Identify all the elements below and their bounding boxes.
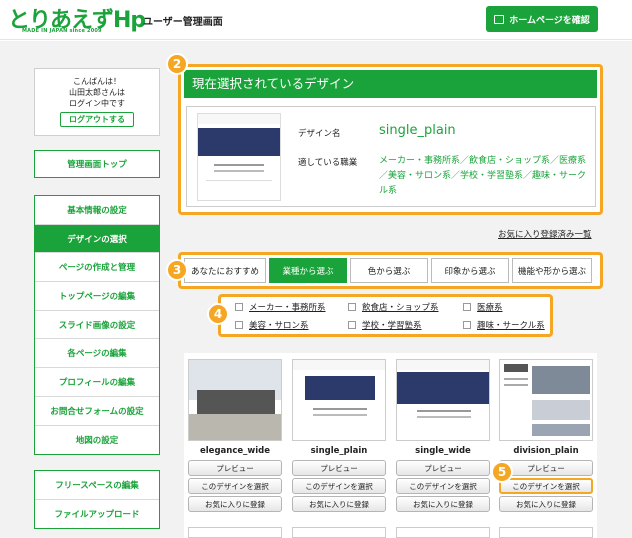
design-name-label: デザイン名 — [298, 129, 341, 139]
step-badge-3: 3 — [166, 259, 188, 281]
design-thumbnail[interactable] — [396, 359, 490, 441]
sidebar-item-contact-form[interactable]: お問合せフォームの設定 — [35, 397, 159, 426]
design-name: elegance_wide — [200, 446, 270, 456]
select-design-button[interactable]: このデザインを選択 — [396, 478, 490, 494]
step-badge-2: 2 — [166, 53, 188, 75]
header: とりあえずHp MADE IN JAPAN since 2009 ユーザー管理画… — [0, 0, 632, 40]
design-thumbnail[interactable] — [396, 527, 490, 538]
checkbox[interactable] — [235, 321, 243, 329]
category-maker-office[interactable]: メーカー・事務所系 — [235, 301, 326, 313]
category-beauty-salon[interactable]: 美容・サロン系 — [235, 319, 309, 331]
preview-button[interactable]: プレビュー — [188, 460, 282, 476]
header-title: ユーザー管理画面 — [143, 17, 223, 28]
preview-button[interactable]: プレビュー — [292, 460, 386, 476]
design-grid: elegance_wide プレビュー このデザインを選択 お気に入りに登録 s… — [184, 353, 597, 538]
design-thumbnail[interactable] — [188, 527, 282, 538]
checkbox[interactable] — [348, 321, 356, 329]
checkbox[interactable] — [463, 303, 471, 311]
category-restaurant-shop[interactable]: 飲食店・ショップ系 — [348, 301, 439, 313]
favorites-list-link[interactable]: お気に入り登録済み一覧 — [498, 228, 592, 240]
admin-top-button[interactable]: 管理画面トップ — [34, 150, 160, 178]
add-favorite-button[interactable]: お気に入りに登録 — [396, 496, 490, 512]
sidebar-item-slide-images[interactable]: スライド画像の設定 — [35, 311, 159, 340]
preview-button[interactable]: プレビュー — [499, 460, 593, 476]
sidebar-menu: 基本情報の設定 デザインの選択 ページの作成と管理 トップページの編集 スライド… — [34, 195, 160, 456]
logo-tagline: MADE IN JAPAN since 2009 — [22, 28, 102, 34]
view-homepage-label: ホームページを確認 — [509, 15, 590, 26]
sidebar-item-each-page[interactable]: 各ページの編集 — [35, 339, 159, 369]
sidebar-item-top-page[interactable]: トップページの編集 — [35, 282, 159, 311]
preview-button[interactable]: プレビュー — [396, 460, 490, 476]
design-name-value: single_plain — [379, 123, 456, 138]
add-favorite-button[interactable]: お気に入りに登録 — [292, 496, 386, 512]
select-design-button[interactable]: このデザインを選択 — [188, 478, 282, 494]
sidebar-item-profile[interactable]: プロフィールの編集 — [35, 368, 159, 397]
tab-recommended[interactable]: あなたにおすすめ — [184, 258, 266, 283]
design-thumbnail[interactable] — [292, 527, 386, 538]
tab-by-function[interactable]: 機能や形から選ぶ — [512, 258, 592, 283]
select-design-button[interactable]: このデザインを選択 — [499, 478, 593, 494]
greeting-line-1: こんばんは！ — [73, 77, 121, 86]
step-badge-5: 5 — [491, 461, 513, 483]
window-icon — [494, 14, 505, 24]
suitable-jobs-value: メーカー・事務所系／飲食店・ショップ系／医療系／美容・サロン系／学校・学習塾系／… — [379, 156, 587, 196]
suitable-jobs-label: 適している職業 — [298, 158, 358, 168]
tab-by-color[interactable]: 色から選ぶ — [350, 258, 428, 283]
view-homepage-button[interactable]: ホームページを確認 — [486, 6, 598, 32]
design-thumbnail[interactable] — [292, 359, 386, 441]
sidebar-item-map[interactable]: 地図の設定 — [35, 426, 159, 455]
current-design-thumbnail — [197, 113, 281, 201]
current-design-detail: デザイン名 single_plain 適している職業 メーカー・事務所系／飲食店… — [186, 106, 596, 207]
category-hobby-circle[interactable]: 趣味・サークル系 — [463, 319, 545, 331]
design-thumbnail[interactable] — [499, 527, 593, 538]
design-name: single_wide — [415, 446, 471, 456]
checkbox[interactable] — [348, 303, 356, 311]
checkbox[interactable] — [235, 303, 243, 311]
design-name: single_plain — [310, 446, 368, 456]
sidebar-item-design-select[interactable]: デザインの選択 — [35, 224, 159, 254]
logout-button[interactable]: ログアウトする — [60, 112, 134, 127]
greeting-line-3: ログイン中です — [69, 99, 125, 108]
checkbox[interactable] — [463, 321, 471, 329]
step-badge-4: 4 — [207, 303, 229, 325]
design-thumbnail[interactable] — [499, 359, 593, 441]
add-favorite-button[interactable]: お気に入りに登録 — [188, 496, 282, 512]
add-favorite-button[interactable]: お気に入りに登録 — [499, 496, 593, 512]
category-medical[interactable]: 医療系 — [463, 301, 503, 313]
sidebar-item-file-upload[interactable]: ファイルアップロード — [35, 500, 159, 529]
tab-by-impression[interactable]: 印象から選ぶ — [431, 258, 509, 283]
filter-tabs: あなたにおすすめ 業種から選ぶ 色から選ぶ 印象から選ぶ 機能や形から選ぶ — [178, 252, 603, 289]
design-name: division_plain — [513, 446, 579, 456]
sidebar-item-page-manage[interactable]: ページの作成と管理 — [35, 253, 159, 283]
greeting-box: こんばんは！ 山田太郎さんは ログイン中です ログアウトする — [34, 68, 160, 136]
current-design-panel: 現在選択されているデザイン デザイン名 single_plain 適している職業… — [178, 64, 603, 215]
sidebar-menu-2: フリースペースの編集 ファイルアップロード — [34, 470, 160, 530]
category-school[interactable]: 学校・学習塾系 — [348, 319, 422, 331]
industry-filters: メーカー・事務所系 飲食店・ショップ系 医療系 美容・サロン系 学校・学習塾系 … — [218, 294, 553, 337]
sidebar-item-basic-settings[interactable]: 基本情報の設定 — [35, 196, 159, 225]
sidebar-item-free-space[interactable]: フリースペースの編集 — [35, 471, 159, 500]
greeting-line-2: 山田太郎さんは — [69, 88, 125, 97]
tab-by-industry[interactable]: 業種から選ぶ — [269, 258, 347, 283]
design-thumbnail[interactable] — [188, 359, 282, 441]
select-design-button[interactable]: このデザインを選択 — [292, 478, 386, 494]
current-design-heading: 現在選択されているデザイン — [184, 70, 597, 98]
